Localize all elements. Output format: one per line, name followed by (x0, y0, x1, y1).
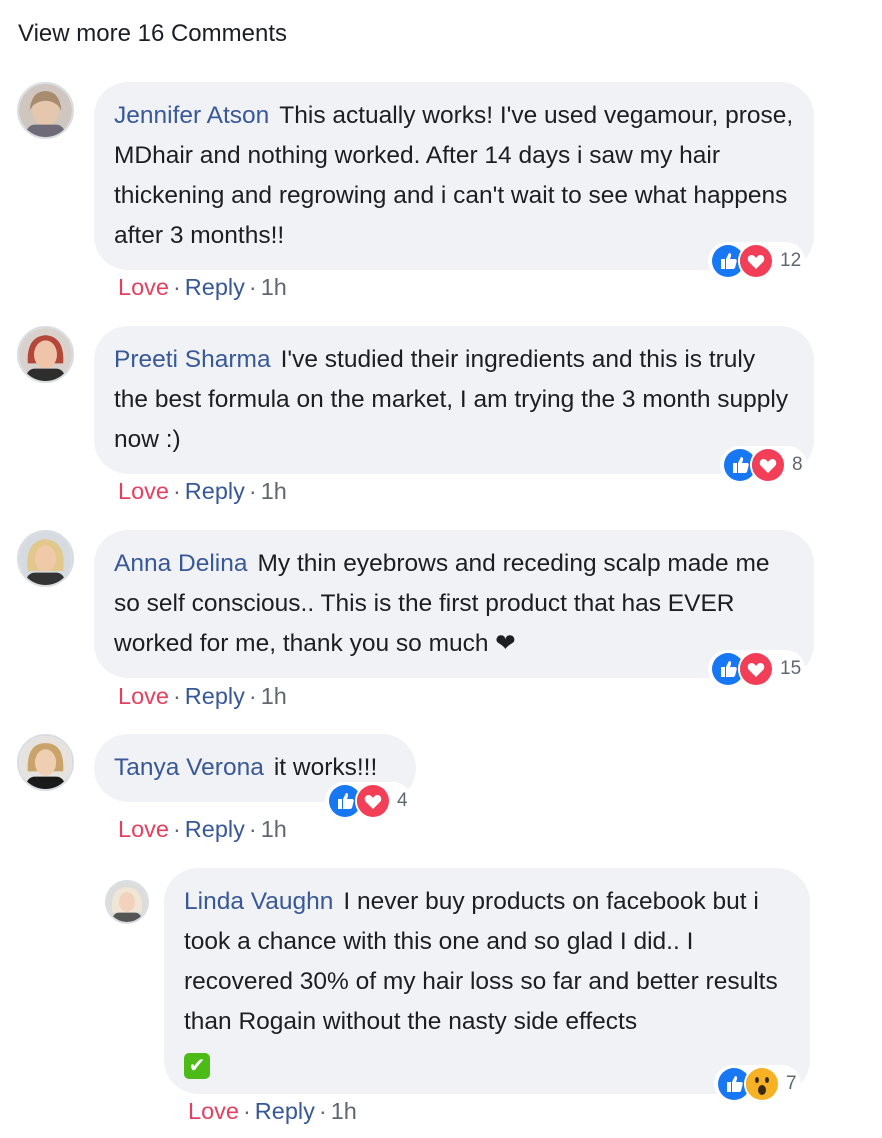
comment-bubble: Preeti Sharma I've studied their ingredie… (94, 326, 814, 474)
reply-action[interactable]: Reply (255, 1098, 315, 1124)
separator-dot: · (172, 816, 181, 842)
comment-actions: Love · Reply · 1h (118, 274, 287, 301)
comment-actions: Love · Reply · 1h (188, 1098, 357, 1125)
love-reaction-icon (738, 651, 774, 687)
reaction-count: 12 (780, 250, 802, 271)
avatar[interactable] (17, 734, 74, 791)
reaction-count: 15 (780, 658, 802, 679)
separator-dot: · (318, 1098, 327, 1124)
wow-reaction-icon (744, 1066, 780, 1102)
comment-actions: Love · Reply · 1h (118, 816, 287, 843)
love-action[interactable]: Love (118, 274, 169, 300)
reply-action[interactable]: Reply (185, 683, 245, 709)
love-reaction-icon (750, 447, 786, 483)
view-more-comments-link[interactable]: View more 16 Comments (18, 20, 287, 48)
reaction-summary[interactable]: 15 (708, 650, 806, 688)
comment-author[interactable]: Jennifer Atson (114, 102, 269, 129)
avatar[interactable] (105, 880, 149, 924)
comment-timestamp[interactable]: 1h (261, 274, 287, 300)
reaction-summary[interactable]: 4 (325, 782, 412, 820)
separator-dot: · (242, 1098, 251, 1124)
separator-dot: · (172, 683, 181, 709)
separator-dot: · (248, 274, 257, 300)
separator-dot: · (172, 274, 181, 300)
comment-author[interactable]: Linda Vaughn (184, 888, 333, 915)
love-action[interactable]: Love (188, 1098, 239, 1124)
love-reaction-icon (738, 243, 774, 279)
comment-author[interactable]: Preeti Sharma (114, 346, 271, 373)
separator-dot: · (248, 478, 257, 504)
comment-author[interactable]: Anna Delina (114, 550, 247, 577)
comment-timestamp[interactable]: 1h (261, 683, 287, 709)
avatar[interactable] (17, 326, 74, 383)
comment-actions: Love · Reply · 1h (118, 683, 287, 710)
comment-actions: Love · Reply · 1h (118, 478, 287, 505)
reply-action[interactable]: Reply (185, 274, 245, 300)
love-reaction-icon (355, 783, 391, 819)
comment-timestamp[interactable]: 1h (261, 478, 287, 504)
reaction-count: 8 (792, 454, 803, 475)
comment-bubble: Jennifer Atson This actually works! I've … (94, 82, 814, 270)
reaction-summary[interactable]: 12 (708, 242, 806, 280)
reply-action[interactable]: Reply (185, 816, 245, 842)
separator-dot: · (248, 816, 257, 842)
check-mark-emoji-icon: ✔ (184, 1053, 210, 1079)
comment-bubble: Linda Vaughn I never buy products on face… (164, 868, 810, 1094)
love-action[interactable]: Love (118, 478, 169, 504)
reaction-count: 7 (786, 1073, 797, 1094)
avatar[interactable] (17, 82, 74, 139)
separator-dot: · (248, 683, 257, 709)
comment-timestamp[interactable]: 1h (261, 816, 287, 842)
comment-timestamp[interactable]: 1h (331, 1098, 357, 1124)
love-action[interactable]: Love (118, 816, 169, 842)
separator-dot: · (172, 478, 181, 504)
reaction-count: 4 (397, 790, 408, 811)
reaction-summary[interactable]: 8 (720, 446, 807, 484)
comment-text: it works!!! (273, 754, 378, 781)
love-action[interactable]: Love (118, 683, 169, 709)
comment-bubble: Anna Delina My thin eyebrows and receding… (94, 530, 814, 678)
reaction-summary[interactable]: 7 (714, 1065, 801, 1103)
reply-action[interactable]: Reply (185, 478, 245, 504)
comment-author[interactable]: Tanya Verona (114, 754, 264, 781)
avatar[interactable] (17, 530, 74, 587)
